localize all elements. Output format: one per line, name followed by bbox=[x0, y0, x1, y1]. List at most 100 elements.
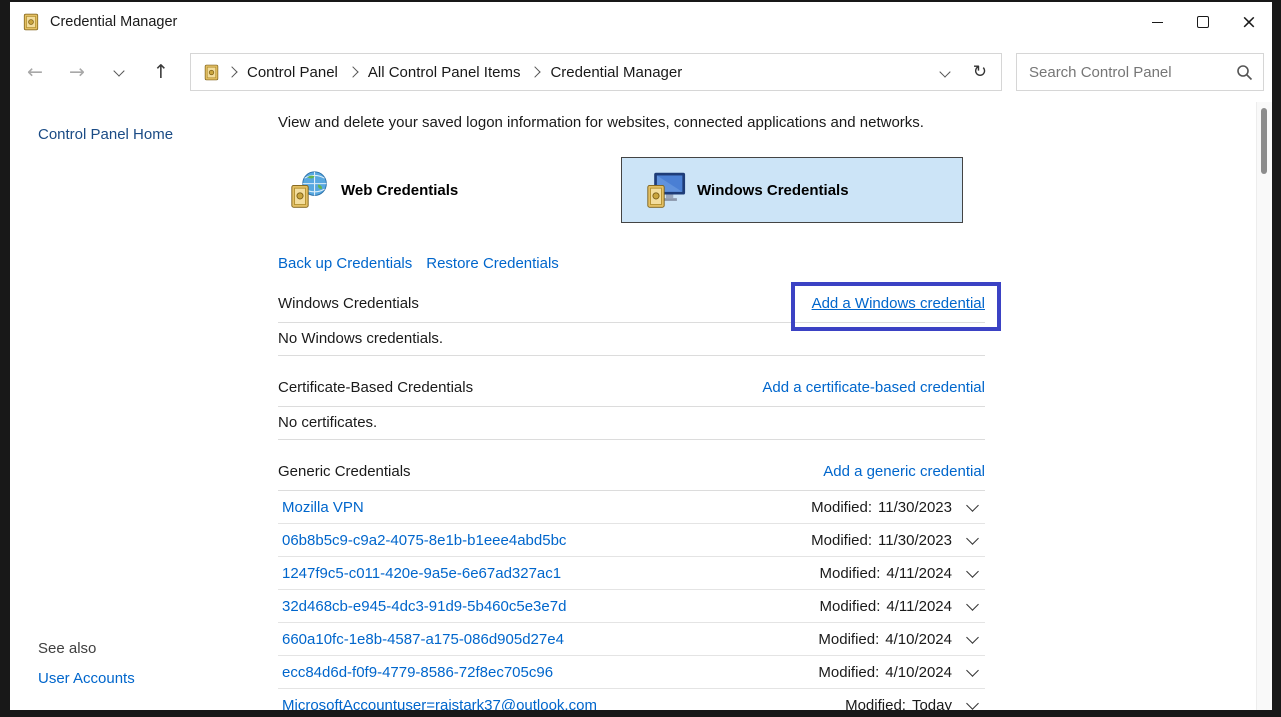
minimize-button[interactable] bbox=[1134, 2, 1180, 42]
credential-name[interactable]: MicrosoftAccountuser=raistark37@outlook.… bbox=[282, 697, 597, 711]
breadcrumb-separator-icon bbox=[226, 66, 237, 77]
modified-label: Modified: bbox=[811, 532, 872, 549]
credential-row[interactable]: 06b8b5c9-c9a2-4075-8e1b-b1eee4abd5bc Mod… bbox=[278, 524, 985, 557]
credential-manager-window: Credential Manager × ← → ↑ bbox=[10, 2, 1272, 710]
empty-message: No Windows credentials. bbox=[278, 323, 985, 356]
modified-label: Modified: bbox=[818, 631, 879, 648]
empty-message: No certificates. bbox=[278, 407, 985, 440]
credential-row[interactable]: 1247f9c5-c011-420e-9a5e-6e67ad327ac1 Mod… bbox=[278, 557, 985, 590]
close-icon: × bbox=[1241, 13, 1257, 32]
modified-date: 11/30/2023 bbox=[878, 532, 952, 549]
section-title: Windows Credentials bbox=[278, 295, 419, 312]
add-certificate-credential-link[interactable]: Add a certificate-based credential bbox=[762, 379, 985, 396]
modified-date: 4/11/2024 bbox=[886, 565, 952, 582]
section-header: Windows Credentials Add a Windows creden… bbox=[278, 295, 985, 323]
modified-date: 4/10/2024 bbox=[885, 664, 952, 681]
chevron-down-icon[interactable] bbox=[966, 697, 979, 710]
restore-credentials-link[interactable]: Restore Credentials bbox=[426, 255, 559, 272]
breadcrumb-separator-icon bbox=[347, 66, 358, 77]
close-button[interactable]: × bbox=[1226, 2, 1272, 42]
title-bar: Credential Manager × bbox=[10, 2, 1272, 42]
back-icon: ← bbox=[27, 61, 43, 83]
modified-label: Modified: bbox=[820, 565, 881, 582]
refresh-icon[interactable]: ↻ bbox=[973, 64, 987, 81]
chevron-down-icon[interactable] bbox=[966, 631, 979, 644]
modified-label: Modified: bbox=[811, 499, 872, 516]
address-dropdown-icon[interactable] bbox=[939, 66, 950, 77]
modified-date: 4/11/2024 bbox=[886, 598, 952, 615]
windows-credentials-icon bbox=[646, 169, 686, 211]
see-also-heading: See also bbox=[38, 640, 96, 657]
section-header: Generic Credentials Add a generic creden… bbox=[278, 463, 985, 491]
section-header: Certificate-Based Credentials Add a cert… bbox=[278, 379, 985, 407]
credential-tabs: Web Credentials bbox=[278, 157, 985, 223]
credential-name[interactable]: 32d468cb-e945-4dc3-91d9-5b460c5e3e7d bbox=[282, 598, 566, 615]
certificate-credentials-section: Certificate-Based Credentials Add a cert… bbox=[278, 379, 985, 440]
sidebar: Control Panel Home See also User Account… bbox=[10, 102, 270, 710]
chevron-down-icon[interactable] bbox=[966, 598, 979, 611]
breadcrumb[interactable]: Control Panel All Control Panel Items Cr… bbox=[190, 53, 1002, 91]
credential-row[interactable]: Mozilla VPN Modified: 11/30/2023 bbox=[278, 491, 985, 524]
section-title: Generic Credentials bbox=[278, 463, 411, 480]
web-credentials-icon bbox=[290, 169, 330, 211]
search-box bbox=[1016, 53, 1264, 91]
tab-windows-credentials[interactable]: Windows Credentials bbox=[621, 157, 963, 223]
navigation-bar: ← → ↑ Control Panel All Control Panel It… bbox=[10, 42, 1272, 102]
breadcrumb-separator-icon bbox=[530, 66, 541, 77]
chevron-down-icon bbox=[113, 65, 124, 76]
page-description: View and delete your saved logon informa… bbox=[278, 102, 985, 131]
modified-label: Modified: bbox=[845, 697, 906, 711]
credential-name[interactable]: Mozilla VPN bbox=[282, 499, 364, 516]
sidebar-item-user-accounts[interactable]: User Accounts bbox=[38, 670, 135, 687]
chevron-down-icon[interactable] bbox=[966, 499, 979, 512]
sidebar-item-control-panel-home[interactable]: Control Panel Home bbox=[38, 126, 173, 143]
credential-row[interactable]: 32d468cb-e945-4dc3-91d9-5b460c5e3e7d Mod… bbox=[278, 590, 985, 623]
credential-row[interactable]: MicrosoftAccountuser=raistark37@outlook.… bbox=[278, 689, 985, 710]
chevron-down-icon[interactable] bbox=[966, 532, 979, 545]
modified-label: Modified: bbox=[818, 664, 879, 681]
control-panel-item-icon bbox=[203, 64, 220, 81]
modified-date: 4/10/2024 bbox=[885, 631, 952, 648]
generic-credentials-section: Generic Credentials Add a generic creden… bbox=[278, 463, 985, 710]
recent-pages-button[interactable] bbox=[102, 55, 136, 89]
vertical-scrollbar[interactable] bbox=[1256, 102, 1272, 710]
back-button[interactable]: ← bbox=[18, 55, 52, 89]
add-windows-credential-link[interactable]: Add a Windows credential bbox=[812, 295, 985, 312]
search-icon[interactable] bbox=[1236, 64, 1253, 81]
up-button[interactable]: ↑ bbox=[144, 55, 178, 89]
credential-row[interactable]: ecc84d6d-f0f9-4779-8586-72f8ec705c96 Mod… bbox=[278, 656, 985, 689]
credential-name[interactable]: 06b8b5c9-c9a2-4075-8e1b-b1eee4abd5bc bbox=[282, 532, 566, 549]
credential-row[interactable]: 660a10fc-1e8b-4587-a175-086d905d27e4 Mod… bbox=[278, 623, 985, 656]
modified-label: Modified: bbox=[820, 598, 881, 615]
up-icon: ↑ bbox=[153, 61, 169, 83]
forward-icon: → bbox=[69, 61, 85, 83]
credential-name[interactable]: 1247f9c5-c011-420e-9a5e-6e67ad327ac1 bbox=[282, 565, 561, 582]
tab-label: Web Credentials bbox=[341, 182, 458, 199]
window-title: Credential Manager bbox=[50, 14, 177, 30]
windows-credentials-section: Windows Credentials Add a Windows creden… bbox=[278, 295, 985, 356]
credential-manager-app-icon bbox=[22, 13, 40, 31]
forward-button[interactable]: → bbox=[60, 55, 94, 89]
tab-label: Windows Credentials bbox=[697, 182, 849, 199]
section-title: Certificate-Based Credentials bbox=[278, 379, 473, 396]
maximize-button[interactable] bbox=[1180, 2, 1226, 42]
add-generic-credential-link[interactable]: Add a generic credential bbox=[823, 463, 985, 480]
main-panel: View and delete your saved logon informa… bbox=[278, 102, 985, 710]
backup-credentials-link[interactable]: Back up Credentials bbox=[278, 255, 412, 272]
search-input[interactable] bbox=[1027, 63, 1230, 82]
chevron-down-icon[interactable] bbox=[966, 664, 979, 677]
credential-name[interactable]: 660a10fc-1e8b-4587-a175-086d905d27e4 bbox=[282, 631, 564, 648]
maximize-icon bbox=[1197, 16, 1209, 28]
breadcrumb-credential-manager[interactable]: Credential Manager bbox=[550, 64, 682, 81]
minimize-icon bbox=[1152, 22, 1163, 23]
tab-web-credentials[interactable]: Web Credentials bbox=[278, 157, 621, 223]
chevron-down-icon[interactable] bbox=[966, 565, 979, 578]
modified-date: 11/30/2023 bbox=[878, 499, 952, 516]
content-area: Control Panel Home See also User Account… bbox=[10, 102, 1272, 710]
breadcrumb-control-panel[interactable]: Control Panel bbox=[247, 64, 338, 81]
scrollbar-thumb[interactable] bbox=[1261, 108, 1267, 174]
window-controls: × bbox=[1134, 2, 1272, 42]
credential-actions: Back up Credentials Restore Credentials bbox=[278, 255, 985, 272]
breadcrumb-all-control-panel-items[interactable]: All Control Panel Items bbox=[368, 64, 521, 81]
credential-name[interactable]: ecc84d6d-f0f9-4779-8586-72f8ec705c96 bbox=[282, 664, 553, 681]
